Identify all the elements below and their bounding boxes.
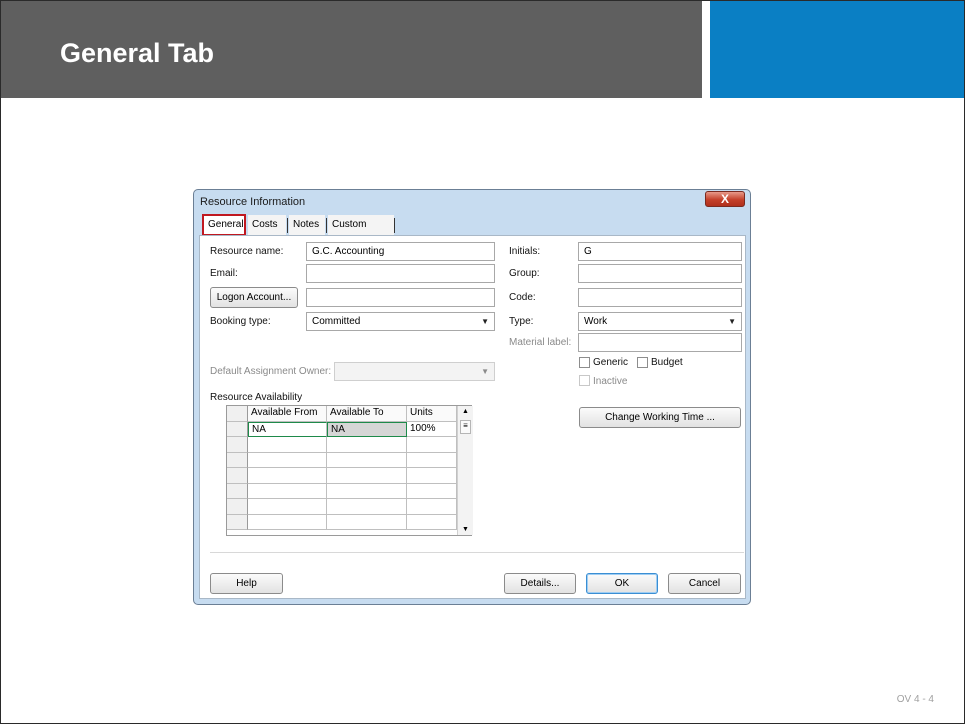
type-label: Type:	[509, 316, 534, 327]
change-working-time-button[interactable]: Change Working Time ...	[579, 407, 741, 428]
slide-title: General Tab	[60, 38, 215, 68]
close-icon: X	[720, 192, 729, 206]
group-input[interactable]	[578, 264, 742, 283]
grid-cell[interactable]	[407, 437, 457, 453]
material-label-label: Material label:	[509, 337, 572, 348]
tab-separator	[326, 218, 327, 233]
grid-scrollbar[interactable]: ▲ ≡ ▼	[457, 406, 473, 535]
grid-cell[interactable]	[407, 483, 457, 499]
ok-button[interactable]: OK	[586, 573, 658, 594]
chevron-down-icon: ▼	[728, 317, 736, 326]
resource-information-dialog: Resource Information X General Costs Not…	[193, 189, 751, 605]
default-assignment-owner-select[interactable]: ▼	[334, 362, 495, 381]
logon-account-input[interactable]	[306, 288, 495, 307]
chevron-down-icon: ▼	[481, 317, 489, 326]
scroll-down-icon: ▼	[462, 526, 469, 533]
material-label-input[interactable]	[578, 333, 742, 352]
email-label: Email:	[210, 268, 238, 279]
grid-corner	[227, 406, 248, 422]
group-label: Group:	[509, 268, 540, 279]
grid-cell[interactable]	[248, 499, 327, 515]
code-label: Code:	[509, 292, 536, 303]
grid-cell[interactable]	[407, 452, 457, 468]
grid-cell[interactable]	[248, 514, 327, 530]
default-assignment-owner-label: Default Assignment Owner:	[210, 366, 332, 377]
resource-name-label: Resource name:	[210, 246, 284, 257]
row-header[interactable]	[227, 437, 248, 453]
slide-header-accent	[710, 1, 964, 98]
dialog-separator	[210, 552, 744, 553]
booking-type-value: Committed	[312, 316, 361, 327]
grid-cell[interactable]	[327, 483, 407, 499]
tab-general[interactable]: General	[202, 214, 246, 236]
type-select[interactable]: Work ▼	[578, 312, 742, 331]
booking-type-select[interactable]: Committed ▼	[306, 312, 495, 331]
tab-costs[interactable]: Costs	[248, 215, 286, 235]
booking-type-label: Booking type:	[210, 316, 271, 327]
grid-cell[interactable]	[248, 452, 327, 468]
grid-cell[interactable]	[407, 514, 457, 530]
generic-checkbox[interactable]	[579, 357, 590, 368]
inactive-label: Inactive	[593, 376, 628, 387]
grid-cell[interactable]	[327, 452, 407, 468]
generic-label: Generic	[593, 357, 629, 368]
scroll-thumb[interactable]: ≡	[460, 420, 471, 434]
budget-label: Budget	[651, 357, 683, 368]
tab-notes[interactable]: Notes	[289, 215, 325, 235]
details-button[interactable]: Details...	[504, 573, 576, 594]
help-button[interactable]: Help	[210, 573, 283, 594]
resource-availability-grid: Available From Available To Units NA NA …	[226, 405, 473, 536]
units-cell[interactable]: 100%	[407, 422, 457, 437]
row-header[interactable]	[227, 499, 248, 515]
tab-separator	[394, 218, 395, 233]
grid-cell[interactable]	[327, 499, 407, 515]
grid-cell[interactable]	[407, 499, 457, 515]
column-header-available-to: Available To	[327, 406, 407, 422]
grid-cell[interactable]	[327, 468, 407, 484]
available-to-cell[interactable]: NA	[327, 422, 407, 437]
code-input[interactable]	[578, 288, 742, 307]
inactive-checkbox[interactable]	[579, 375, 590, 386]
column-header-available-from: Available From	[248, 406, 327, 422]
type-value: Work	[584, 316, 608, 327]
grid-cell[interactable]	[248, 437, 327, 453]
grid-cell[interactable]	[248, 483, 327, 499]
tab-separator	[287, 218, 288, 233]
row-header[interactable]	[227, 468, 248, 484]
row-header[interactable]	[227, 452, 248, 468]
slide-footer: OV 4 - 4	[896, 694, 934, 705]
logon-account-button[interactable]: Logon Account...	[210, 287, 298, 308]
cancel-button[interactable]: Cancel	[668, 573, 741, 594]
chevron-down-icon: ▼	[481, 367, 489, 376]
column-header-units: Units	[407, 406, 457, 422]
grid-cell[interactable]	[327, 514, 407, 530]
grid-cell[interactable]	[407, 468, 457, 484]
row-header[interactable]	[227, 514, 248, 530]
general-tab-panel: Resource name: G.C. Accounting Email: Lo…	[199, 235, 746, 599]
email-input[interactable]	[306, 264, 495, 283]
row-header[interactable]	[227, 483, 248, 499]
resource-name-input[interactable]: G.C. Accounting	[306, 242, 495, 261]
budget-checkbox[interactable]	[637, 357, 648, 368]
tab-custom-fields[interactable]: Custom Fields	[328, 215, 394, 250]
grid-cell[interactable]	[248, 468, 327, 484]
dialog-title: Resource Information	[200, 196, 306, 208]
grid-cell[interactable]	[327, 437, 407, 453]
scroll-up-icon: ▲	[462, 408, 469, 415]
available-from-cell[interactable]: NA	[248, 422, 327, 437]
initials-input[interactable]: G	[578, 242, 742, 261]
resource-availability-label: Resource Availability	[210, 392, 303, 403]
close-button[interactable]: X	[705, 191, 745, 207]
row-header[interactable]	[227, 422, 248, 437]
initials-label: Initials:	[509, 246, 541, 257]
